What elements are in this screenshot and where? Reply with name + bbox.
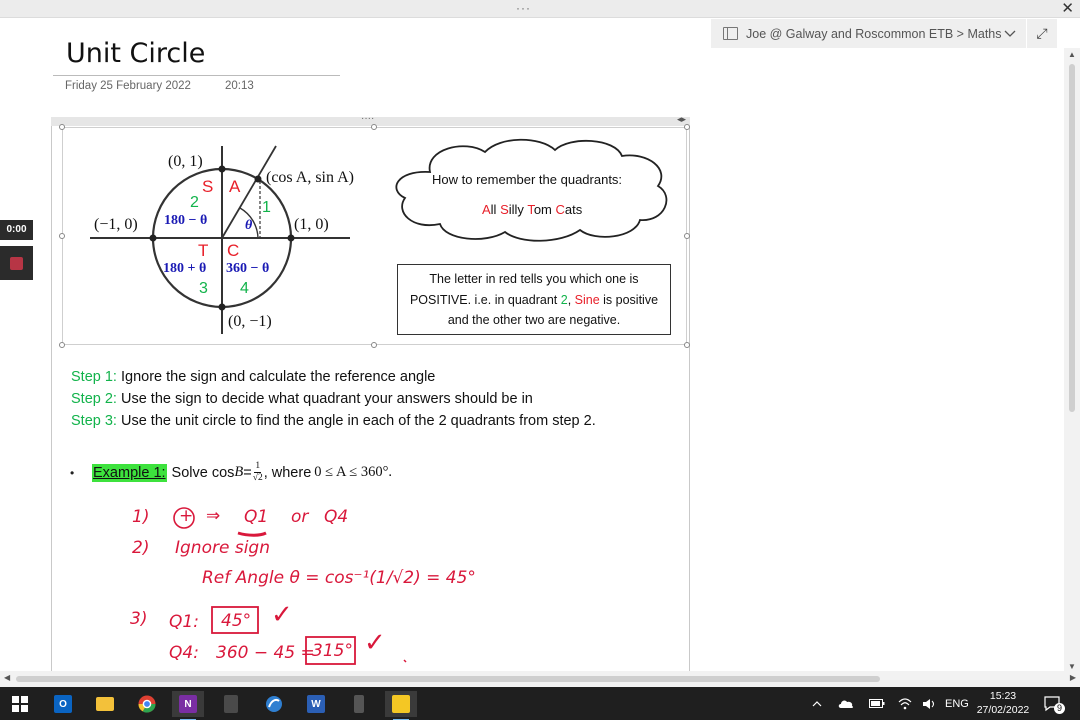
quadrant-2: 2 (190, 194, 199, 211)
resize-handle[interactable] (59, 124, 65, 130)
page-date: Friday 25 February 2022 (65, 80, 191, 92)
phone-icon[interactable] (343, 691, 375, 717)
example-1[interactable]: Example 1: Solve cos B = 1 √2 , where 0 ≤… (92, 461, 392, 484)
recording-timer: 0:00 (0, 220, 33, 240)
ink-ignore-sign: Ignore sign (175, 538, 270, 558)
horizontal-scroll-thumb[interactable] (16, 676, 880, 682)
notebook-icon (723, 27, 738, 40)
word-icon[interactable]: W (300, 691, 332, 717)
letter-S: S (202, 177, 213, 196)
mnemonic: All Silly Tom Cats (482, 202, 583, 217)
q3-angle-label: 180 + θ (163, 261, 206, 276)
notebook-path: Joe @ Galway and Roscommon ETB > Maths (746, 26, 1002, 41)
unit-circle-diagram: (0, 1) (−1, 0) (1, 0) (0, −1) (cos A, si… (90, 145, 354, 334)
outlook-icon[interactable]: O (47, 691, 79, 717)
window-menu-dots[interactable]: ··· (516, 1, 531, 15)
calculator-icon[interactable] (215, 691, 247, 717)
vertical-scrollbar[interactable]: ▲ ▼ (1064, 48, 1080, 673)
ink-q4-label: Q4: (169, 643, 199, 663)
ink-answer-315: 315° (312, 641, 353, 661)
battery-icon[interactable] (869, 687, 885, 720)
resize-handle[interactable] (59, 233, 65, 239)
page-time: 20:13 (225, 80, 254, 92)
ink-arrow: ⇒ (206, 506, 221, 526)
notification-count: 9 (1054, 703, 1066, 714)
ink-tick: ✓ (271, 600, 293, 630)
quadrant-4: 4 (240, 280, 249, 297)
ink-calculation: 360 − 45 = (216, 643, 315, 663)
bullet-icon: • (70, 466, 75, 480)
ink-step-3-number: 3) (130, 609, 148, 629)
onenote-icon[interactable]: N (172, 691, 204, 720)
chevron-down-icon[interactable] (1004, 27, 1016, 41)
notifications-icon[interactable]: 9 (1044, 687, 1066, 720)
file-explorer-icon[interactable] (89, 691, 121, 717)
label-right: (1, 0) (294, 216, 329, 233)
system-clock[interactable]: 15:23 27/02/2022 (966, 689, 1040, 717)
horizontal-scrollbar[interactable]: ◀ ▶ (0, 671, 1080, 687)
resize-handle[interactable] (59, 342, 65, 348)
ink-answer-45: 45° (221, 611, 252, 631)
scroll-up-icon[interactable]: ▲ (1068, 50, 1076, 59)
resize-handle[interactable] (684, 124, 690, 130)
stop-recording-button[interactable] (0, 246, 33, 280)
step-1: Step 1: Ignore the sign and calculate th… (71, 369, 436, 385)
positive-note-box: The letter in red tells you which one is… (397, 264, 671, 335)
steps-list[interactable]: Step 1: Ignore the sign and calculate th… (71, 366, 596, 432)
label-bottom: (0, −1) (228, 313, 272, 330)
fraction: 1 √2 (252, 461, 263, 483)
ink-plus: + (179, 506, 194, 526)
volume-icon[interactable] (922, 687, 936, 720)
letter-A: A (229, 177, 241, 196)
ink-q4: Q4 (324, 507, 349, 527)
show-hidden-icons[interactable] (812, 687, 822, 720)
resize-handle[interactable] (371, 124, 377, 130)
remote-desktop-icon[interactable] (258, 691, 290, 717)
quadrant-3: 3 (199, 280, 208, 297)
theta-label: θ (245, 218, 253, 233)
step-2: Step 2: Use the sign to decide what quad… (71, 391, 533, 407)
vertical-scroll-thumb[interactable] (1069, 64, 1075, 412)
ink-or: or (291, 507, 309, 527)
resize-handle[interactable] (684, 342, 690, 348)
letter-T: T (198, 241, 208, 260)
page-title[interactable]: Unit Circle (66, 38, 205, 69)
sticky-notes-icon[interactable] (385, 691, 417, 720)
taskbar: O N W ENG 15:23 27/02/2022 9 (0, 687, 1080, 720)
chrome-icon[interactable] (131, 691, 163, 717)
ink-q1: Q1 (244, 507, 269, 527)
notebook-breadcrumb[interactable]: Joe @ Galway and Roscommon ETB > Maths (711, 19, 1026, 48)
scroll-left-icon[interactable]: ◀ (4, 673, 10, 682)
ink-tick: ✓ (364, 628, 386, 658)
wifi-icon[interactable] (898, 687, 912, 720)
title-bar: ··· ✕ (0, 0, 1080, 18)
label-point: (cos A, sin A) (266, 169, 354, 186)
quadrant-1: 1 (262, 199, 271, 216)
title-divider (53, 75, 340, 76)
grip-icon[interactable]: ···· (361, 113, 374, 124)
label-left: (−1, 0) (94, 216, 138, 233)
expand-button[interactable]: ⤢ (1027, 19, 1057, 48)
label-top: (0, 1) (168, 153, 203, 170)
close-button[interactable]: ✕ (1061, 0, 1074, 17)
cloud-shape (395, 138, 668, 242)
ink-step-1-number: 1) (132, 507, 150, 527)
ink-q1-label: Q1: (169, 612, 199, 632)
scroll-right-icon[interactable]: ▶ (1070, 673, 1076, 682)
ink-step-2-number: 2) (132, 538, 150, 558)
scroll-down-icon[interactable]: ▼ (1068, 662, 1076, 671)
step-3: Step 3: Use the unit circle to find the … (71, 413, 596, 429)
resize-handle[interactable] (684, 233, 690, 239)
onedrive-icon[interactable] (838, 687, 854, 720)
start-icon[interactable] (4, 691, 36, 717)
cloud-heading: How to remember the quadrants: (432, 172, 623, 187)
ink-ref-angle: Ref Angle θ = cos⁻¹(1/√2) = 45° (202, 568, 476, 588)
q4-angle-label: 360 − θ (226, 261, 269, 276)
letter-C: C (227, 241, 239, 260)
q2-angle-label: 180 − θ (164, 213, 207, 228)
resize-handle[interactable] (371, 342, 377, 348)
example-label: Example 1: (92, 463, 167, 482)
